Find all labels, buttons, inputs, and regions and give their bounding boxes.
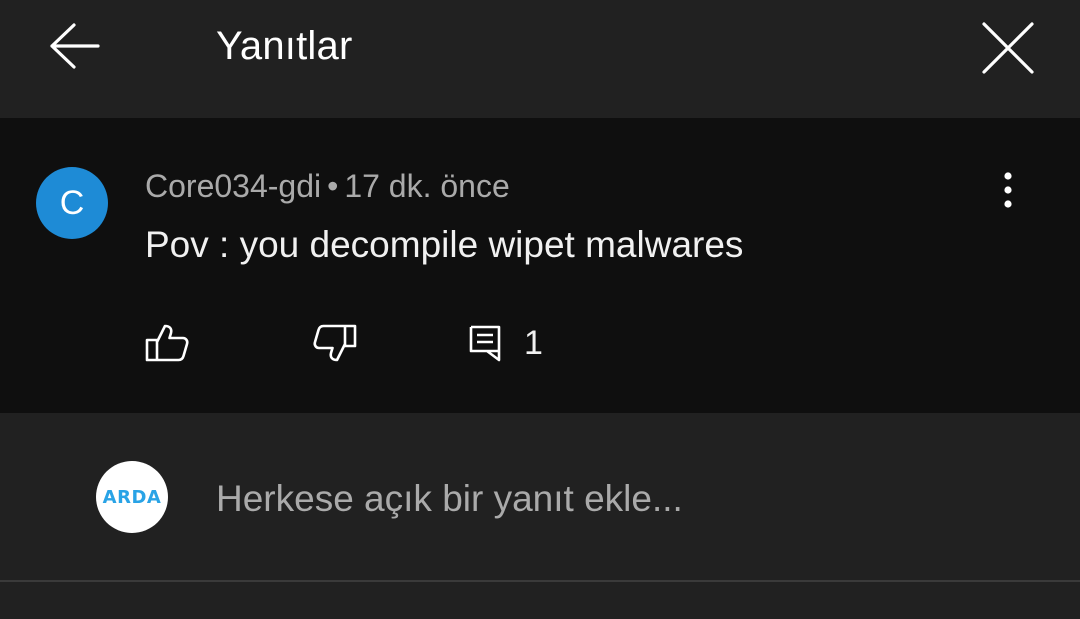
bottom-area bbox=[0, 582, 1080, 619]
header: Yanıtlar bbox=[0, 0, 1080, 118]
avatar-letter: C bbox=[59, 183, 85, 222]
comment-thread: C Core034-gdi • 17 dk. önce Pov : you deco… bbox=[0, 118, 1080, 413]
close-icon bbox=[982, 22, 1034, 74]
back-button[interactable] bbox=[38, 14, 110, 78]
reply-composer: ARDA bbox=[0, 413, 1080, 581]
user-avatar-text: ARDA bbox=[102, 486, 162, 508]
thumbs-up-icon bbox=[145, 324, 189, 362]
page-title: Yanıtlar bbox=[216, 24, 353, 68]
meta-separator: • bbox=[327, 168, 339, 204]
avatar[interactable]: C bbox=[36, 167, 108, 239]
replies-button[interactable]: 1 bbox=[468, 318, 558, 368]
more-options-button[interactable] bbox=[988, 168, 1028, 212]
comment-meta: Core034-gdi • 17 dk. önce bbox=[145, 166, 510, 206]
reply-input[interactable] bbox=[216, 475, 1036, 523]
reply-count: 1 bbox=[524, 323, 543, 362]
user-avatar[interactable]: ARDA bbox=[96, 461, 168, 533]
arrow-left-icon bbox=[50, 23, 100, 69]
comment-time: 17 dk. önce bbox=[344, 168, 510, 204]
like-button[interactable] bbox=[144, 318, 194, 368]
comment-author[interactable]: Core034-gdi bbox=[145, 168, 321, 204]
dislike-button[interactable] bbox=[312, 318, 362, 368]
thumbs-down-icon bbox=[313, 324, 357, 362]
close-button[interactable] bbox=[970, 10, 1046, 86]
comment-icon bbox=[469, 325, 501, 362]
comment-text: Pov : you decompile wipet malwares bbox=[145, 224, 744, 265]
more-vert-icon bbox=[1004, 172, 1012, 208]
